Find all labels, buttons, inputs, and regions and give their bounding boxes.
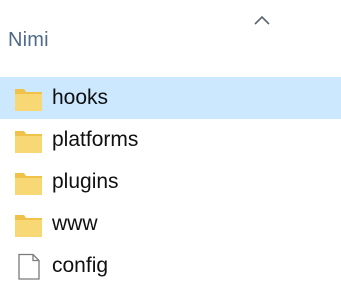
item-name: platforms [52,128,139,151]
chevron-up-icon [254,15,270,25]
file-icon [18,253,40,280]
list-item-hooks[interactable]: hooks [0,77,341,119]
column-header-name[interactable]: Nimi [8,29,49,52]
folder-icon [15,130,42,153]
list-item-platforms[interactable]: platforms [0,119,341,161]
item-name: plugins [52,170,119,193]
folder-icon [15,88,42,111]
list-item-plugins[interactable]: plugins [0,161,341,203]
list-item-config[interactable]: config [0,245,341,287]
item-name: hooks [52,86,109,109]
folder-icon [15,214,42,237]
list-item-www[interactable]: www [0,203,341,245]
column-header[interactable]: Nimi [0,0,341,66]
item-name: config [52,254,109,277]
file-list: hooks platforms plugins www config [0,77,341,287]
item-name: www [52,212,98,235]
folder-icon [15,172,42,195]
